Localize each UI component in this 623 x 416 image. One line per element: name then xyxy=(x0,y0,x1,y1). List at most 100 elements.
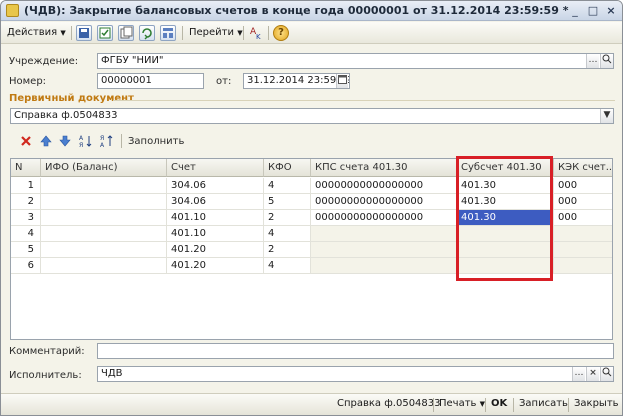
table-cell-kek[interactable] xyxy=(554,226,612,242)
column-header-kek[interactable]: КЭК счет... xyxy=(554,159,612,177)
svg-text:A: A xyxy=(100,142,105,148)
table-row[interactable]: 1 304.06 4 00000000000000000 401.30 000 xyxy=(11,178,612,194)
executor-field[interactable]: ЧДВ … × xyxy=(97,366,614,382)
refresh-icon[interactable] xyxy=(139,25,155,41)
fill-button[interactable]: Заполнить xyxy=(128,136,184,147)
table-cell-subaccount[interactable] xyxy=(457,258,554,274)
close-icon[interactable]: × xyxy=(603,4,619,18)
table-cell-subaccount[interactable]: 401.30 xyxy=(457,178,554,194)
toolbar-divider xyxy=(485,398,486,412)
table-cell-account[interactable]: 304.06 xyxy=(167,194,264,210)
table-cell-subaccount[interactable] xyxy=(457,226,554,242)
structure-icon[interactable] xyxy=(160,25,176,41)
table-cell-kfo[interactable]: 5 xyxy=(264,194,311,210)
table-cell-subaccount[interactable] xyxy=(457,242,554,258)
table-cell-kfo[interactable]: 4 xyxy=(264,226,311,242)
table-cell-n[interactable]: 1 xyxy=(11,178,41,194)
table-cell-ifo[interactable] xyxy=(41,226,167,242)
date-label: от: xyxy=(216,76,232,87)
close-button[interactable]: Закрыть xyxy=(574,398,619,409)
column-header-ifo[interactable]: ИФО (Баланс) xyxy=(41,159,167,177)
sort-ascending-icon[interactable]: AЯ xyxy=(79,134,93,149)
table-cell-n[interactable]: 5 xyxy=(11,242,41,258)
table-cell-kek[interactable] xyxy=(554,242,612,258)
table-cell-kfo[interactable]: 4 xyxy=(264,258,311,274)
table-cell-n[interactable]: 4 xyxy=(11,226,41,242)
actions-menu-button[interactable]: Действия ▼ xyxy=(7,25,66,41)
save-button[interactable]: Записать xyxy=(519,398,568,409)
chevron-down-icon[interactable]: ▼ xyxy=(600,109,613,123)
table-cell-account[interactable]: 401.20 xyxy=(167,242,264,258)
text-format-icon[interactable]: AK xyxy=(249,25,265,41)
date-field[interactable]: 31.12.2014 23:59:59 xyxy=(243,73,350,89)
maximize-icon[interactable]: □ xyxy=(585,4,601,18)
copy-document-icon[interactable] xyxy=(118,25,134,41)
sort-descending-icon[interactable]: ЯA xyxy=(100,134,114,149)
table-cell-account[interactable]: 401.10 xyxy=(167,226,264,242)
table-cell-kps[interactable]: 00000000000000000 xyxy=(311,194,457,210)
document-post-icon[interactable] xyxy=(97,25,113,41)
table-cell-subaccount[interactable]: 401.30 xyxy=(457,210,554,226)
number-field[interactable]: 00000001 xyxy=(97,73,204,89)
ok-button[interactable]: OK xyxy=(491,398,507,409)
column-header-kfo[interactable]: КФО xyxy=(264,159,311,177)
table-cell-kfo[interactable]: 2 xyxy=(264,210,311,226)
institution-label: Учреждение: xyxy=(9,56,79,67)
primary-document-section-title: Первичный документ xyxy=(9,93,134,104)
command-bar: Справка ф.0504833 Печать ▼ OK Записать З… xyxy=(1,393,622,415)
table-cell-ifo[interactable] xyxy=(41,210,167,226)
save-post-icon[interactable] xyxy=(76,25,92,41)
table-row[interactable]: 4 401.10 4 xyxy=(11,226,612,242)
table-cell-kps[interactable] xyxy=(311,242,457,258)
column-header-n[interactable]: N xyxy=(11,159,41,177)
table-cell-kfo[interactable]: 4 xyxy=(264,178,311,194)
ellipsis-icon[interactable]: … xyxy=(586,54,599,68)
delete-row-icon[interactable] xyxy=(20,135,32,147)
primary-document-select[interactable]: Справка ф.0504833 ▼ xyxy=(10,108,614,124)
help-icon[interactable]: ? xyxy=(273,25,289,41)
date-value: 31.12.2014 23:59:59 xyxy=(247,75,350,86)
table-cell-ifo[interactable] xyxy=(41,194,167,210)
table-cell-kps[interactable]: 00000000000000000 xyxy=(311,210,457,226)
table-row[interactable]: 2 304.06 5 00000000000000000 401.30 000 xyxy=(11,194,612,210)
table-row[interactable]: 5 401.20 2 xyxy=(11,242,612,258)
table-cell-kfo[interactable]: 2 xyxy=(264,242,311,258)
move-up-icon[interactable] xyxy=(40,135,52,147)
table-cell-account[interactable]: 304.06 xyxy=(167,178,264,194)
table-cell-kek[interactable]: 000 xyxy=(554,178,612,194)
table-cell-account[interactable]: 401.10 xyxy=(167,210,264,226)
calendar-icon[interactable] xyxy=(336,74,348,88)
column-header-account[interactable]: Счет xyxy=(167,159,264,177)
column-header-kps[interactable]: КПС счета 401.30 xyxy=(311,159,457,177)
table-cell-kek[interactable]: 000 xyxy=(554,210,612,226)
comment-field[interactable] xyxy=(97,343,614,359)
table-cell-kek[interactable]: 000 xyxy=(554,194,612,210)
table-cell-subaccount[interactable]: 401.30 xyxy=(457,194,554,210)
table-row[interactable]: 6 401.20 4 xyxy=(11,258,612,274)
table-row[interactable]: 3 401.10 2 00000000000000000 401.30 000 xyxy=(11,210,612,226)
table-cell-ifo[interactable] xyxy=(41,258,167,274)
move-down-icon[interactable] xyxy=(59,135,71,147)
table-cell-ifo[interactable] xyxy=(41,178,167,194)
print-menu-button[interactable]: Печать ▼ xyxy=(439,398,485,409)
search-icon[interactable] xyxy=(600,54,613,68)
table-cell-kps[interactable]: 00000000000000000 xyxy=(311,178,457,194)
table-cell-n[interactable]: 2 xyxy=(11,194,41,210)
clear-icon[interactable]: × xyxy=(586,367,599,381)
search-icon[interactable] xyxy=(600,367,613,381)
window-title: (ЧДВ): Закрытие балансовых счетов в конц… xyxy=(24,4,569,17)
institution-field[interactable]: ФГБУ "НИИ" … xyxy=(97,53,614,69)
goto-menu-button[interactable]: Перейти ▼ xyxy=(189,25,243,41)
table-cell-kek[interactable] xyxy=(554,258,612,274)
table-cell-n[interactable]: 6 xyxy=(11,258,41,274)
table-cell-account[interactable]: 401.20 xyxy=(167,258,264,274)
column-header-subaccount[interactable]: Субсчет 401.30 xyxy=(457,159,554,177)
table-cell-ifo[interactable] xyxy=(41,242,167,258)
ellipsis-icon[interactable]: … xyxy=(572,367,585,381)
print-form-button[interactable]: Справка ф.0504833 xyxy=(337,398,441,409)
table-cell-kps[interactable] xyxy=(311,258,457,274)
comment-label: Комментарий: xyxy=(9,346,85,357)
table-cell-kps[interactable] xyxy=(311,226,457,242)
minimize-icon[interactable]: _ xyxy=(567,4,583,18)
table-cell-n[interactable]: 3 xyxy=(11,210,41,226)
